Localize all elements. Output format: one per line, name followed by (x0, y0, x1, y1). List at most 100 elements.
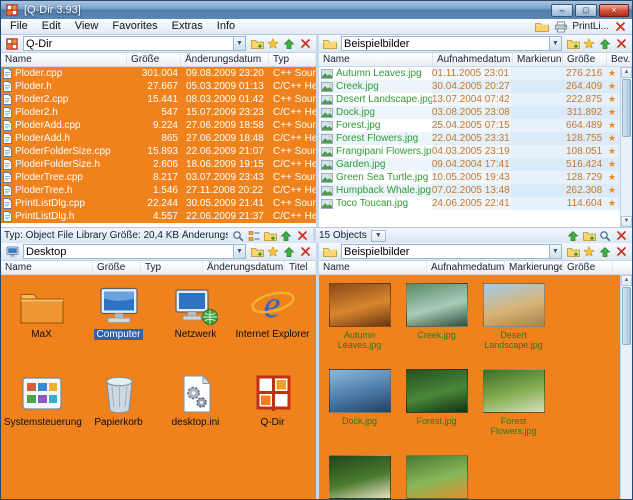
desktop-item-netzwerk[interactable]: Netzwerk (157, 279, 234, 367)
column-header-nderungsdatum[interactable]: Änderungsdatum (203, 261, 285, 274)
favorites-folder-icon[interactable] (534, 20, 550, 34)
scroll-up-icon[interactable]: ▲ (621, 275, 632, 286)
desktop-item-papierkorb[interactable]: Papierkorb (80, 367, 157, 455)
menu-extras[interactable]: Extras (165, 19, 210, 34)
thumbnail-item-frangipani-flowers-jpg[interactable]: Frangipani Flowers.jpg (321, 455, 398, 500)
star-icon[interactable] (265, 37, 281, 51)
thumbnail-item-garden-jpg[interactable]: Garden.jpg (398, 455, 475, 500)
up-arrow-icon[interactable] (597, 245, 613, 259)
close-icon[interactable] (613, 229, 629, 243)
column-header-aufnahmedatum[interactable]: Aufnahmedatum (427, 261, 505, 274)
folder-plus-icon[interactable] (249, 37, 265, 51)
menu-favorites[interactable]: Favorites (105, 19, 164, 34)
file-row-Green Sea Turtle.jpg[interactable]: Green Sea Turtle.jpg10.05.2005 19:43128.… (319, 171, 620, 184)
file-row-PloderTree.cpp[interactable]: PloderTree.cpp8.21703.07.2009 23:43C++ S… (1, 171, 316, 184)
column-header-gr-e[interactable]: Größe (563, 53, 607, 66)
thumbnail-item-dock-jpg[interactable]: Dock.jpg (321, 369, 398, 455)
close-button[interactable]: × (599, 4, 629, 17)
menu-view[interactable]: View (68, 19, 106, 34)
print-list-button[interactable]: PrintLi... (572, 21, 609, 32)
title-bar[interactable]: [Q-Dir 3.93] – □ × (1, 1, 632, 19)
file-row-PloderTree.h[interactable]: PloderTree.h1.54627.11.2008 20:22C/C++ H… (1, 184, 316, 197)
file-row-Garden.jpg[interactable]: Garden.jpg09.04.2004 17:41516.424★ (319, 158, 620, 171)
address-field-bottom-left[interactable]: Desktop ▼ (23, 244, 246, 259)
folder-plus-icon[interactable] (262, 229, 278, 243)
thumbnail-item-desert-landscape-jpg[interactable]: Desert Landscape.jpg (475, 283, 552, 369)
address-field-top-right[interactable]: Beispielbilder ▼ (341, 36, 562, 51)
minimize-button[interactable]: – (551, 4, 573, 17)
column-header-name[interactable]: Name (319, 261, 427, 274)
desktop-item-computer[interactable]: Computer (80, 279, 157, 367)
column-header-markierungen[interactable]: Markierungen (513, 53, 563, 66)
thumbnail-item-forest-flowers-jpg[interactable]: Forest Flowers.jpg (475, 369, 552, 455)
folder-plus-icon[interactable] (581, 229, 597, 243)
tree-icon[interactable] (246, 229, 262, 243)
file-row-Forest Flowers.jpg[interactable]: Forest Flowers.jpg22.04.2005 23:31128.75… (319, 132, 620, 145)
objects-dropdown-icon[interactable]: ▼ (371, 230, 386, 242)
file-row-PloderFolderSize.cpp[interactable]: PloderFolderSize.cpp15.89322.06.2009 21:… (1, 145, 316, 158)
menu-edit[interactable]: Edit (35, 19, 68, 34)
up-arrow-icon[interactable] (281, 37, 297, 51)
address-dropdown-icon[interactable]: ▼ (549, 245, 561, 258)
file-row-Ploder.h[interactable]: Ploder.h27.66705.03.2009 01:13C/C++ Head… (1, 80, 316, 93)
file-row-Forest.jpg[interactable]: Forest.jpg25.04.2005 07:15664.489★ (319, 119, 620, 132)
file-row-Humpback Whale.jpg[interactable]: Humpback Whale.jpg07.02.2005 13:48262.30… (319, 184, 620, 197)
column-header-name[interactable]: Name (1, 261, 93, 274)
file-row-Desert Landscape.jpg[interactable]: Desert Landscape.jpg13.07.2004 07:42222.… (319, 93, 620, 106)
file-row-PrintListDlg.h[interactable]: PrintListDlg.h4.55722.06.2009 21:37C/C++… (1, 210, 316, 223)
file-row-Toco Toucan.jpg[interactable]: Toco Toucan.jpg24.06.2005 22:41114.604★ (319, 197, 620, 210)
column-header-gr-e[interactable]: Größe (563, 261, 613, 274)
column-header-name[interactable]: Name (319, 53, 433, 66)
magnifier-icon[interactable] (230, 229, 246, 243)
column-header-name[interactable]: Name (1, 53, 127, 66)
folder-plus-icon[interactable] (565, 37, 581, 51)
column-header-aufnahmedatum[interactable]: Aufnahmedatum (433, 53, 513, 66)
file-row-PloderAdd.cpp[interactable]: PloderAdd.cpp9.22427.06.2009 18:58C++ So… (1, 119, 316, 132)
folder-plus-icon[interactable] (249, 245, 265, 259)
menu-file[interactable]: File (3, 19, 35, 34)
file-row-Autumn Leaves.jpg[interactable]: Autumn Leaves.jpg01.11.2005 23:01276.216… (319, 67, 620, 80)
scroll-thumb[interactable] (622, 287, 631, 345)
close-icon[interactable] (613, 37, 629, 51)
close-icon[interactable] (613, 245, 629, 259)
file-row-Creek.jpg[interactable]: Creek.jpg30.04.2005 20:27264.409★ (319, 80, 620, 93)
up-arrow-icon[interactable] (278, 229, 294, 243)
address-field-top-left[interactable]: Q-Dir ▼ (23, 36, 246, 51)
vertical-scrollbar[interactable]: ▲ ▼ (620, 275, 632, 500)
column-header-gr-e[interactable]: Größe (93, 261, 141, 274)
thumbnail-item-autumn-leaves-jpg[interactable]: Autumn Leaves.jpg (321, 283, 398, 369)
scroll-up-icon[interactable]: ▲ (621, 67, 632, 78)
file-row-Dock.jpg[interactable]: Dock.jpg03.08.2005 23:08311.892★ (319, 106, 620, 119)
column-header-typ[interactable]: Typ (141, 261, 203, 274)
maximize-button[interactable]: □ (575, 4, 597, 17)
scroll-thumb[interactable] (622, 79, 631, 137)
up-arrow-icon[interactable] (565, 229, 581, 243)
file-row-PrintListDlg.cpp[interactable]: PrintListDlg.cpp22.24430.05.2009 21:41C+… (1, 197, 316, 210)
address-dropdown-icon[interactable]: ▼ (549, 37, 561, 50)
address-dropdown-icon[interactable]: ▼ (233, 245, 245, 258)
file-row-PloderAdd.h[interactable]: PloderAdd.h86527.06.2009 18:48C/C++ Head… (1, 132, 316, 145)
desktop-item-q-dir[interactable]: Q-Dir (234, 367, 311, 455)
thumbnail-item-creek-jpg[interactable]: Creek.jpg (398, 283, 475, 369)
address-dropdown-icon[interactable]: ▼ (233, 37, 245, 50)
menu-info[interactable]: Info (210, 19, 242, 34)
file-row-Ploder2.cpp[interactable]: Ploder2.cpp15.44108.03.2009 01:42C++ Sou… (1, 93, 316, 106)
close-red-icon[interactable] (612, 20, 628, 34)
star-icon[interactable] (265, 245, 281, 259)
column-header-bev[interactable]: Bev... (607, 53, 632, 66)
file-row-Ploder2.h[interactable]: Ploder2.h54715.07.2009 23:23C/C++ Header (1, 106, 316, 119)
close-icon[interactable] (297, 37, 313, 51)
column-header-markierungen[interactable]: Markierungen (505, 261, 563, 274)
desktop-item-systemsteuerung[interactable]: Systemsteuerung (3, 367, 80, 455)
printer-icon[interactable] (553, 20, 569, 34)
file-row-PloderFolderSize.h[interactable]: PloderFolderSize.h2.60618.06.2009 19:15C… (1, 158, 316, 171)
star-icon[interactable] (581, 37, 597, 51)
close-icon[interactable] (294, 229, 310, 243)
vertical-scrollbar[interactable]: ▲ ▼ (620, 67, 632, 227)
desktop-item-max[interactable]: MaX (3, 279, 80, 367)
column-header-nderungsdatum[interactable]: Änderungsdatum (181, 53, 269, 66)
close-icon[interactable] (297, 245, 313, 259)
column-header-typ[interactable]: Typ (269, 53, 316, 66)
thumbnail-item-forest-jpg[interactable]: Forest.jpg (398, 369, 475, 455)
magnifier-icon[interactable] (597, 229, 613, 243)
